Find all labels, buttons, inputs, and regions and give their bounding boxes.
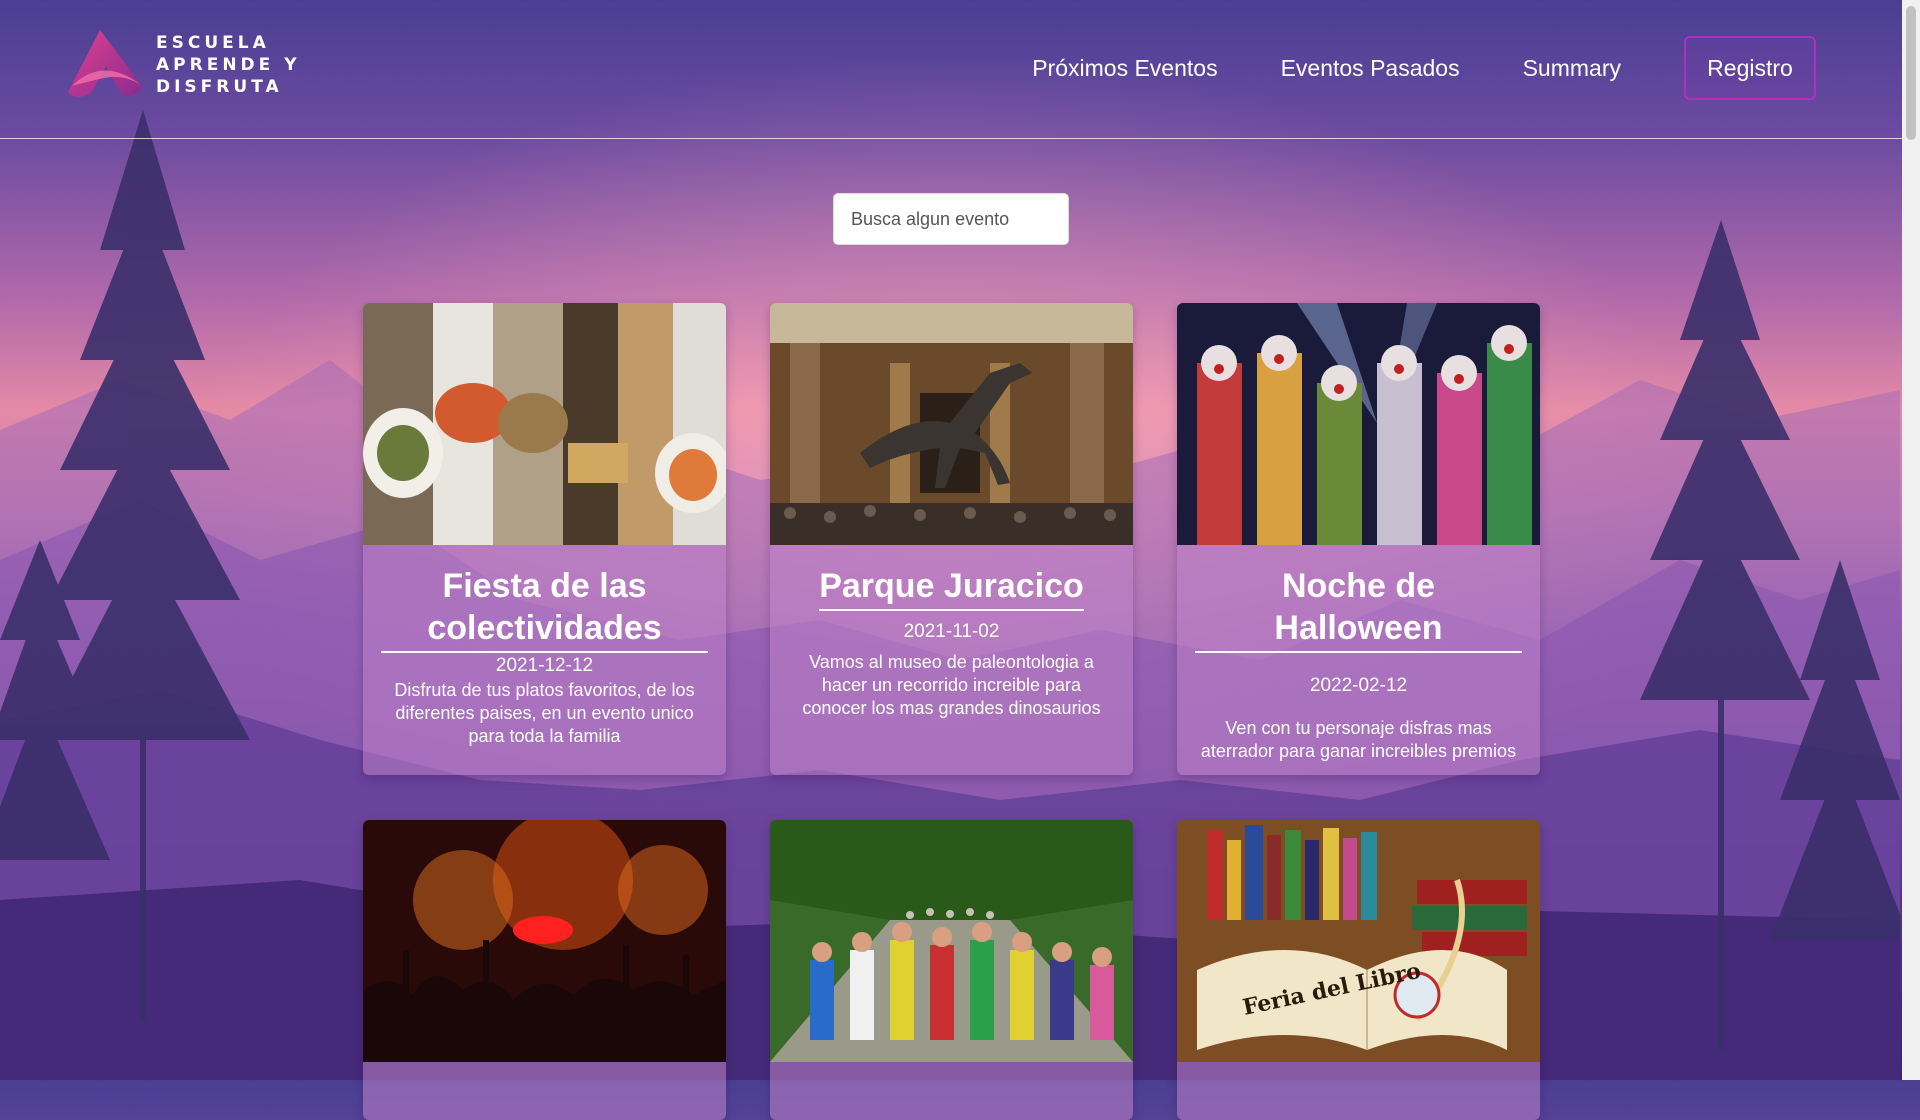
- nav-past-events[interactable]: Eventos Pasados: [1281, 55, 1460, 82]
- event-card[interactable]: Parque Juracico 2021-11-02 Vamos al muse…: [770, 303, 1133, 775]
- main-nav: Próximos Eventos Eventos Pasados Summary…: [1032, 36, 1816, 100]
- event-date: 2021-11-02: [903, 621, 1000, 642]
- event-card-body: Noche de Halloween 2022-02-12 Ven con tu…: [1177, 545, 1540, 763]
- event-card[interactable]: Noche de Halloween 2022-02-12 Ven con tu…: [1177, 303, 1540, 775]
- event-image-marathon: [770, 820, 1133, 1062]
- page-scrollbar[interactable]: [1902, 0, 1920, 1080]
- register-button[interactable]: Registro: [1684, 36, 1816, 100]
- event-card[interactable]: [770, 820, 1133, 1120]
- event-title[interactable]: Parque Juracico: [819, 565, 1084, 611]
- nav-upcoming-events[interactable]: Próximos Eventos: [1032, 55, 1217, 82]
- event-date: 2021-12-12: [495, 655, 594, 676]
- search-input[interactable]: [833, 193, 1069, 245]
- event-description: Vamos al museo de paleontologia a hacer …: [802, 652, 1101, 718]
- event-title[interactable]: Noche de Halloween: [1195, 565, 1522, 653]
- event-image-concert: [363, 820, 726, 1062]
- top-navbar: ESCUELA APRENDE Y DISFRUTA Próximos Even…: [0, 0, 1902, 139]
- event-image-food: [363, 303, 726, 545]
- event-card[interactable]: Feria del Libro: [1177, 820, 1540, 1120]
- nav-summary[interactable]: Summary: [1523, 55, 1621, 82]
- event-card-body: Fiesta de las colectividades 2021-12-12 …: [363, 545, 726, 748]
- event-image-halloween-clowns: [1177, 303, 1540, 545]
- event-card-body: Parque Juracico 2021-11-02 Vamos al muse…: [770, 545, 1133, 720]
- event-title[interactable]: Fiesta de las colectividades: [381, 565, 708, 653]
- brand-line-2: APRENDE Y: [156, 55, 301, 75]
- event-description: Disfruta de tus platos favoritos, de los…: [394, 680, 695, 746]
- event-image-dinosaur-museum: [770, 303, 1133, 545]
- event-card[interactable]: [363, 820, 726, 1120]
- brand-line-3: DISFRUTA: [156, 77, 283, 97]
- event-date: 2022-02-12: [1309, 675, 1408, 696]
- event-image-book-fair: Feria del Libro: [1177, 820, 1540, 1062]
- triangle-ribbon-logo-icon: [68, 30, 142, 97]
- event-card[interactable]: Fiesta de las colectividades 2021-12-12 …: [363, 303, 726, 775]
- brand-name: ESCUELA APRENDE Y DISFRUTA: [156, 32, 301, 98]
- brand-logo[interactable]: ESCUELA APRENDE Y DISFRUTA: [62, 26, 301, 104]
- event-description: Ven con tu personaje disfras mas aterrad…: [1200, 718, 1517, 761]
- brand-line-1: ESCUELA: [156, 33, 270, 53]
- scrollbar-thumb[interactable]: [1906, 6, 1916, 140]
